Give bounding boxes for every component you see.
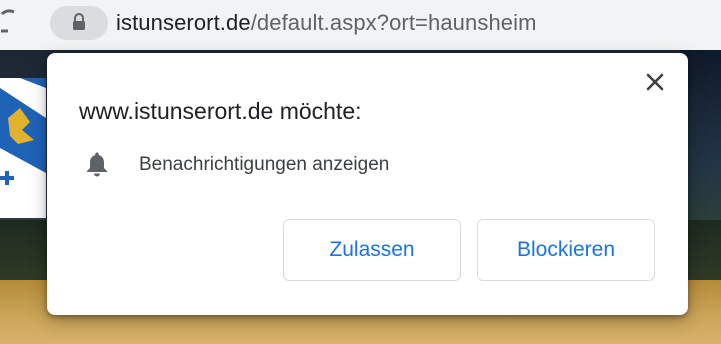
dialog-title: www.istunserort.de möchte: xyxy=(79,98,362,124)
browser-toolbar: istunserort.de/default.aspx?ort=haunshei… xyxy=(0,0,721,50)
block-button[interactable]: Blockieren xyxy=(477,219,655,281)
site-info-button[interactable] xyxy=(50,6,108,40)
url-text[interactable]: istunserort.de/default.aspx?ort=haunshei… xyxy=(116,9,537,37)
url-host: istunserort.de xyxy=(116,10,251,35)
permission-label: Benachrichtigungen anzeigen xyxy=(139,154,390,175)
coat-of-arms-image xyxy=(0,78,46,218)
reload-icon[interactable] xyxy=(0,8,20,38)
lock-icon xyxy=(73,13,85,30)
url-path: /default.aspx?ort=haunsheim xyxy=(250,10,537,35)
bell-icon xyxy=(87,152,107,177)
permission-row: Benachrichtigungen anzeigen xyxy=(86,149,506,183)
allow-button[interactable]: Zulassen xyxy=(283,219,461,281)
close-icon[interactable] xyxy=(642,69,668,95)
